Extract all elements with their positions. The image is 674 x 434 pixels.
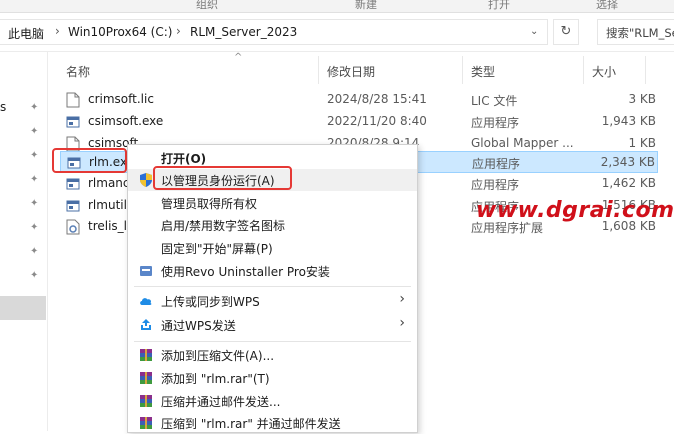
file-name: rlmutil.	[88, 198, 131, 212]
menu-item-label: 管理员取得所有权	[161, 197, 258, 211]
file-type: 应用程序	[471, 116, 520, 130]
menu-item-label: 添加到 "rlm.rar"(T)	[161, 372, 270, 386]
file-size: 1,943 KB	[601, 114, 656, 128]
file-date: 2022/11/20 8:40	[327, 114, 427, 128]
column-divider[interactable]	[462, 56, 463, 84]
menu-item-take-ownership[interactable]: 管理员取得所有权	[128, 192, 417, 214]
navigation-pane[interactable]: s ✦ ✦ ✦ ✦ ✦ ✦ ✦ ✦	[0, 52, 48, 431]
share-icon	[138, 317, 154, 333]
file-size: 1 KB	[628, 136, 656, 150]
menu-item-label: 通过WPS发送	[161, 319, 236, 333]
file-size: 1,462 KB	[601, 176, 656, 190]
menu-item-label: 添加到压缩文件(A)...	[161, 349, 275, 363]
uac-shield-icon	[138, 172, 154, 188]
menu-item-label: 使用Revo Uninstaller Pro安装	[161, 265, 330, 279]
menu-separator	[134, 341, 411, 342]
menu-item-label: 固定到"开始"屏幕(P)	[161, 242, 273, 256]
file-name: trelis_l	[88, 219, 128, 233]
highlight-box-menu	[153, 166, 292, 190]
search-placeholder: 搜索"RLM_Se	[606, 26, 674, 40]
menu-item-revo[interactable]: 使用Revo Uninstaller Pro安装	[128, 260, 417, 282]
menu-item-label: 打开(O)	[161, 152, 207, 166]
file-row[interactable]: csimsoft.exe 2022/11/20 8:40 应用程序 1,943 KB	[60, 111, 658, 133]
refresh-button[interactable]: ↻	[553, 19, 579, 45]
file-name: csimsoft.exe	[88, 114, 164, 128]
menu-item-label: 压缩并通过邮件发送...	[161, 395, 281, 409]
ribbon-organize[interactable]: 组织	[196, 0, 218, 12]
highlight-box-file	[52, 148, 127, 173]
exe-icon	[66, 114, 80, 130]
file-type: 应用程序	[472, 157, 521, 171]
watermark: www.dgrai.com	[476, 198, 674, 223]
pin-icon: ✦	[30, 102, 39, 113]
exe-icon	[66, 198, 80, 214]
file-type: 应用程序	[471, 178, 520, 192]
file-name: rlmanc	[88, 176, 130, 190]
menu-item-pin-to-start[interactable]: 固定到"开始"屏幕(P)	[128, 237, 417, 259]
exe-icon	[66, 176, 80, 192]
revo-uninstaller-icon	[138, 263, 154, 279]
refresh-icon: ↻	[560, 24, 572, 39]
breadcrumb-separator-icon[interactable]: ›	[55, 24, 60, 38]
file-type: LIC 文件	[471, 94, 518, 108]
column-type[interactable]: 类型	[471, 63, 495, 80]
chevron-right-icon: ›	[399, 315, 405, 331]
pin-icon: ✦	[30, 270, 39, 281]
dll-icon	[66, 219, 80, 235]
pin-icon: ✦	[30, 126, 39, 137]
pin-icon: ✦	[30, 174, 39, 185]
winrar-icon	[138, 393, 154, 409]
menu-item-wps-send[interactable]: 通过WPS发送 ›	[128, 314, 417, 336]
breadcrumb-this-pc[interactable]: 此电脑	[8, 25, 44, 42]
file-row[interactable]: crimsoft.lic 2024/8/28 15:41 LIC 文件 3 KB	[60, 89, 658, 111]
nav-item-label[interactable]: s	[0, 100, 6, 114]
file-size: 3 KB	[628, 92, 656, 106]
column-name[interactable]: 名称	[66, 63, 90, 80]
pin-icon: ✦	[30, 198, 39, 209]
menu-item-wps-upload[interactable]: 上传或同步到WPS ›	[128, 290, 417, 312]
ribbon-strip: 组织 新建 打开 选择	[0, 0, 674, 13]
pin-icon: ✦	[30, 150, 39, 161]
doc-icon	[66, 92, 80, 108]
menu-item-rar-add-named[interactable]: 添加到 "rlm.rar"(T)	[128, 367, 417, 389]
file-date: 2024/8/28 15:41	[327, 92, 427, 106]
ribbon-open[interactable]: 打开	[488, 0, 510, 12]
menu-item-label: 启用/禁用数字签名图标	[161, 219, 286, 233]
column-header-row: ^ 名称 修改日期 类型 大小	[48, 52, 674, 86]
pin-icon: ✦	[30, 246, 39, 257]
column-date[interactable]: 修改日期	[327, 63, 375, 80]
breadcrumb-separator-icon[interactable]: ›	[176, 24, 181, 38]
cloud-icon	[138, 293, 154, 309]
column-size[interactable]: 大小	[592, 63, 616, 80]
breadcrumb-drive[interactable]: Win10Prox64 (C:)	[68, 25, 172, 39]
menu-item-label: 压缩到 "rlm.rar" 并通过邮件发送	[161, 417, 341, 431]
breadcrumb-folder[interactable]: RLM_Server_2023	[190, 25, 297, 39]
column-divider[interactable]	[645, 56, 646, 84]
column-divider[interactable]	[318, 56, 319, 84]
search-input[interactable]: 搜索"RLM_Se	[597, 19, 674, 45]
menu-separator	[134, 286, 411, 287]
file-type: Global Mapper ...	[471, 136, 574, 150]
chevron-right-icon: ›	[399, 291, 405, 307]
menu-item-rar-add[interactable]: 添加到压缩文件(A)...	[128, 344, 417, 366]
chevron-down-icon[interactable]: ⌄	[530, 26, 538, 37]
menu-item-rar-compress-email[interactable]: 压缩并通过邮件发送...	[128, 390, 417, 412]
winrar-icon	[138, 347, 154, 363]
file-name: crimsoft.lic	[88, 92, 154, 106]
nav-selected-item[interactable]	[0, 296, 46, 320]
ribbon-select[interactable]: 选择	[596, 0, 618, 12]
breadcrumb[interactable]: 此电脑 › Win10Prox64 (C:) › RLM_Server_2023…	[0, 19, 548, 45]
column-divider[interactable]	[583, 56, 584, 84]
winrar-icon	[138, 370, 154, 386]
menu-item-label: 上传或同步到WPS	[161, 295, 260, 309]
pin-icon: ✦	[30, 222, 39, 233]
file-size: 2,343 KB	[600, 155, 655, 169]
address-bar: 此电脑 › Win10Prox64 (C:) › RLM_Server_2023…	[0, 13, 674, 52]
winrar-icon	[138, 415, 154, 431]
sort-ascending-icon: ^	[234, 52, 243, 63]
menu-item-toggle-signature[interactable]: 启用/禁用数字签名图标	[128, 214, 417, 236]
ribbon-new[interactable]: 新建	[355, 0, 377, 12]
